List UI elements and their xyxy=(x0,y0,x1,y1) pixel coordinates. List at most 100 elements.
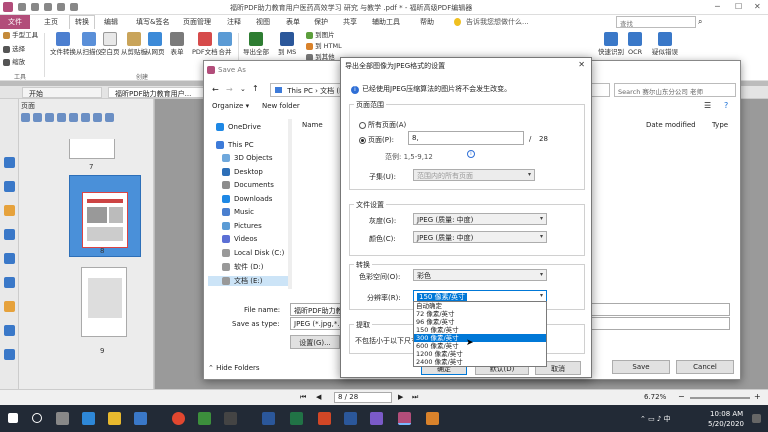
export-all-button[interactable]: 导出全部 xyxy=(243,32,269,56)
subset-select[interactable]: 范围内的所有页面 ▾ xyxy=(413,169,535,181)
bookmark-icon[interactable] xyxy=(4,181,15,192)
first-page-button[interactable]: ⏮ xyxy=(300,393,306,402)
color-select[interactable]: JPEG (质量: 中度) ▾ xyxy=(413,231,547,243)
column-type-header[interactable]: Type xyxy=(712,121,728,129)
tree-item-drive-d[interactable]: 软件 (D:) xyxy=(222,262,263,272)
zoom-in-button[interactable]: + xyxy=(754,392,761,401)
hand-tool-button[interactable]: 手型工具 xyxy=(3,31,38,39)
page-thumbnail[interactable] xyxy=(81,267,127,337)
forward-arrow-icon[interactable]: → xyxy=(226,85,233,94)
pages-toolbar[interactable] xyxy=(21,113,151,135)
up-arrow-icon[interactable]: ↑ xyxy=(252,84,259,93)
resolution-option[interactable]: 72 像素/英寸 xyxy=(414,310,546,318)
column-name-header[interactable]: Name xyxy=(302,121,323,129)
pdf-doc-button[interactable]: PDF文档 xyxy=(192,32,218,56)
all-pages-radio[interactable]: 所有页面(A) xyxy=(359,120,406,130)
tab-convert[interactable]: 转换 xyxy=(69,15,95,29)
to-image-button[interactable]: 到图片 xyxy=(306,31,335,39)
to-ms-button[interactable]: 到 MS xyxy=(278,32,296,56)
layers-icon[interactable] xyxy=(4,229,15,240)
tree-item-pictures[interactable]: Pictures xyxy=(222,222,262,230)
tab-protect[interactable]: 保护 xyxy=(314,17,328,27)
resolution-option[interactable]: 2400 像素/英寸 xyxy=(414,358,546,366)
app-icon[interactable] xyxy=(198,412,211,425)
minimize-button[interactable]: ─ xyxy=(715,2,720,11)
pages-input[interactable]: 8, xyxy=(408,131,524,145)
tree-scrollbar[interactable] xyxy=(288,119,292,289)
settings-button[interactable]: 设置(G)... xyxy=(290,335,340,349)
tree-item-videos[interactable]: Videos xyxy=(222,235,257,243)
tag-icon[interactable] xyxy=(4,277,15,288)
task-view-icon[interactable] xyxy=(56,412,69,425)
from-scanner-button[interactable]: 从扫描仪 xyxy=(76,32,102,56)
zoom-slider[interactable] xyxy=(690,397,750,399)
foxit-editor-icon[interactable] xyxy=(398,412,411,425)
tab-form[interactable]: 表单 xyxy=(286,17,300,27)
breadcrumb-this-pc[interactable]: This PC xyxy=(287,87,313,95)
tab-file[interactable]: 文件 xyxy=(0,15,30,29)
ocr-button[interactable]: OCR xyxy=(628,32,642,56)
tab-comment[interactable]: 注释 xyxy=(227,17,241,27)
doc-tab-current[interactable]: 福昕PDF助力教育用户... xyxy=(108,87,218,98)
tab-home[interactable]: 主页 xyxy=(44,17,58,27)
save-button[interactable]: Save xyxy=(612,360,670,374)
comment-icon[interactable] xyxy=(4,205,15,216)
tab-fill-sign[interactable]: 填写&签名 xyxy=(136,17,169,27)
save-as-search-input[interactable]: Search 赛尔山东分公司 老师 xyxy=(614,83,736,97)
quick-recognize-button[interactable]: 快速识别 xyxy=(598,32,624,56)
zoom-level[interactable]: 6.72% xyxy=(644,393,666,401)
pages-panel-icon[interactable] xyxy=(4,157,15,168)
merge-button[interactable]: 合并 xyxy=(218,32,232,56)
resolution-option[interactable]: 600 像素/英寸 xyxy=(414,342,546,350)
back-arrow-icon[interactable]: ← xyxy=(212,85,219,94)
store-icon[interactable] xyxy=(134,412,147,425)
close-button[interactable]: ✕ xyxy=(754,2,761,11)
tree-item-3d-objects[interactable]: 3D Objects xyxy=(222,154,273,162)
excel-icon[interactable] xyxy=(290,412,303,425)
page-thumbnail-selected[interactable] xyxy=(69,175,141,257)
cancel-button[interactable]: Cancel xyxy=(676,360,734,374)
resolution-option[interactable]: 150 像素/英寸 xyxy=(414,326,546,334)
quick-access-icons[interactable] xyxy=(18,3,138,12)
tree-item-local-disk[interactable]: Local Disk (C:) xyxy=(222,249,284,257)
blank-page-button[interactable]: 空白页 xyxy=(100,32,120,56)
system-tray-icons[interactable]: ⌃ ▭ ♪ 中 xyxy=(640,414,671,424)
word-icon[interactable] xyxy=(344,412,357,425)
file-explorer-icon[interactable] xyxy=(108,412,121,425)
tab-pages[interactable]: 页面管理 xyxy=(183,17,211,27)
view-options-icon[interactable]: ☰ xyxy=(704,101,711,110)
tree-item-music[interactable]: Music xyxy=(222,208,254,216)
tab-help[interactable]: 帮助 xyxy=(420,17,434,27)
camera-icon[interactable] xyxy=(224,412,237,425)
new-folder-button[interactable]: New folder xyxy=(262,102,300,110)
app-icon[interactable] xyxy=(370,412,383,425)
tree-item-desktop[interactable]: Desktop xyxy=(222,168,263,176)
edge-browser-icon[interactable] xyxy=(82,412,95,425)
zoom-tool-button[interactable]: 缩放 xyxy=(3,58,25,66)
prev-page-button[interactable]: ◀ xyxy=(316,393,321,401)
tree-item-drive-e[interactable]: 文档 (E:) xyxy=(208,276,288,286)
resolution-option[interactable]: 96 像素/英寸 xyxy=(414,318,546,326)
pages-radio[interactable]: 页面(P): xyxy=(359,135,394,145)
zoom-out-button[interactable]: − xyxy=(678,392,685,401)
file-convert-button[interactable]: 文件转换 xyxy=(50,32,76,56)
search-icon[interactable]: ⌕ xyxy=(698,17,702,27)
chrome-icon[interactable] xyxy=(172,412,185,425)
tell-me-box[interactable]: 告诉我您想做什么... xyxy=(466,17,529,27)
from-clipboard-button[interactable]: 从剪贴板 xyxy=(121,32,147,56)
tab-edit[interactable]: 编辑 xyxy=(104,17,118,27)
search-icon[interactable] xyxy=(32,413,42,423)
clock-date[interactable]: 5/20/2020 xyxy=(708,420,744,428)
resolution-option[interactable]: 自动确定 xyxy=(414,302,546,310)
next-page-button[interactable]: ▶ xyxy=(398,393,403,401)
tab-accessibility[interactable]: 辅助工具 xyxy=(372,17,400,27)
powerpoint-icon[interactable] xyxy=(318,412,331,425)
suspect-errors-button[interactable]: 疑似错误 xyxy=(652,32,678,56)
page-thumbnail[interactable] xyxy=(69,139,115,159)
tree-item-documents[interactable]: Documents xyxy=(222,181,274,189)
column-date-header[interactable]: Date modified xyxy=(646,121,696,129)
tab-share[interactable]: 共享 xyxy=(343,17,357,27)
resolution-option-highlighted[interactable]: 300 像素/英寸 xyxy=(414,334,546,342)
edit-icon[interactable] xyxy=(4,349,15,360)
resolution-option[interactable]: 1200 像素/英寸 xyxy=(414,350,546,358)
